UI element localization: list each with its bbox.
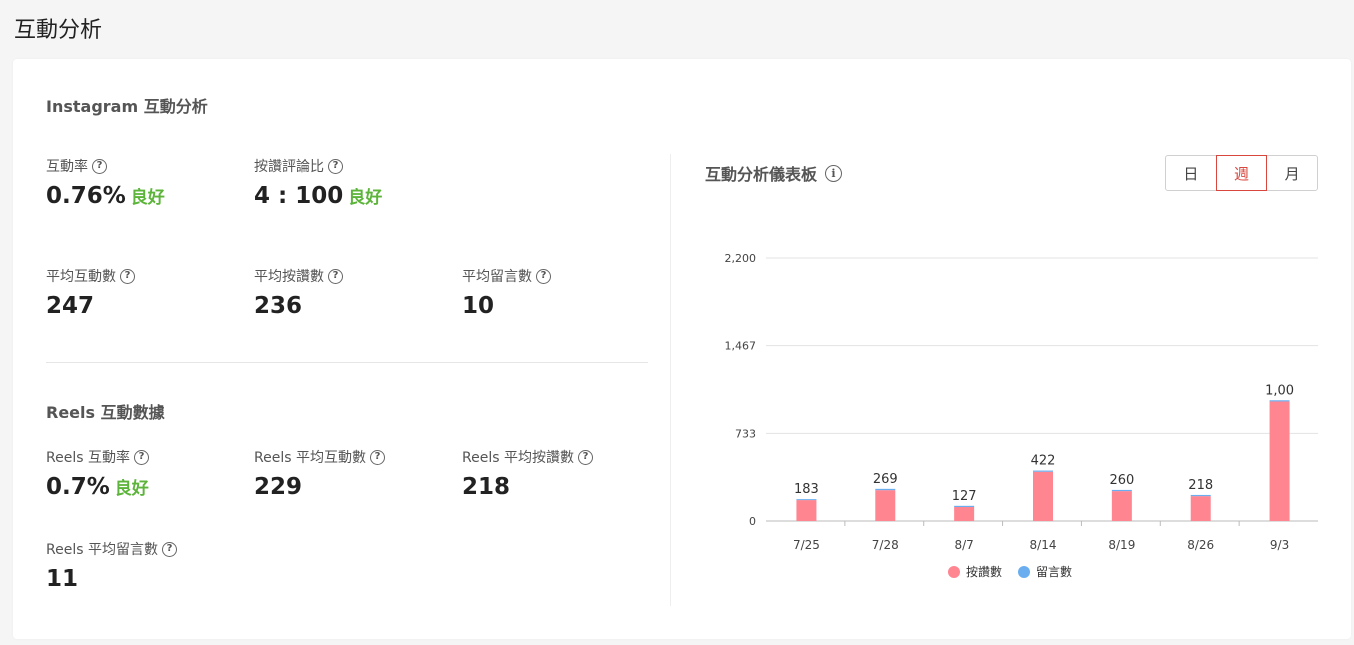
data-label: 183: [794, 482, 819, 497]
data-label: 127: [952, 489, 977, 504]
bar-likes: [1269, 401, 1290, 521]
x-tick-label: 8/14: [1030, 538, 1057, 552]
legend-item-comments[interactable]: 留言數: [1018, 563, 1072, 580]
chart-legend: 按讚數 留言數: [948, 563, 1072, 580]
page-title: 互動分析: [14, 18, 103, 43]
engagement-chart: 0 733 1,467 2,200 183 7/25 269 7/28 127 8/7 422 8/1…: [725, 252, 1318, 552]
y-tick-label: 2,200: [725, 252, 757, 265]
y-tick-label: 0: [749, 515, 756, 528]
data-label: 218: [1188, 478, 1213, 493]
bar-likes: [1190, 496, 1211, 521]
x-tick-label: 7/25: [793, 538, 820, 552]
bar-comments: [954, 505, 975, 508]
data-label: 269: [873, 472, 898, 487]
data-label: 1,00: [1265, 383, 1294, 398]
engagement-card: Instagram 互動分析 互動率? 0.76% 良好 按讚評論比? 4 : 1…: [13, 59, 1351, 639]
x-tick-label: 8/19: [1108, 538, 1135, 552]
bar-likes: [796, 500, 817, 521]
bar-comments: [1190, 494, 1211, 497]
y-tick-label: 1,467: [725, 340, 757, 353]
bar-likes: [1033, 471, 1053, 521]
likes-legend-dot: [948, 565, 960, 578]
x-tick-label: 7/28: [872, 538, 899, 552]
data-label: 422: [1031, 454, 1056, 469]
x-tick-label: 8/7: [954, 538, 973, 552]
legend-label: 留言數: [1036, 565, 1073, 579]
bar-comments: [1111, 489, 1132, 492]
bar-comments: [875, 488, 896, 491]
legend-item-likes[interactable]: 按讚數: [948, 563, 1002, 580]
x-tick-label: 8/26: [1187, 538, 1214, 552]
bar-likes: [1111, 491, 1132, 521]
legend-label: 按讚數: [966, 565, 1003, 579]
bar-likes: [875, 490, 896, 521]
tab-week[interactable]: 週: [1215, 155, 1268, 191]
comments-legend-dot: [1018, 565, 1031, 578]
x-tick-label: 9/3: [1270, 538, 1289, 552]
bar-comments: [1033, 470, 1053, 472]
y-tick-label: 733: [735, 427, 756, 440]
bar-comments: [796, 499, 817, 501]
bar-likes: [954, 507, 975, 521]
data-label: 260: [1109, 473, 1134, 488]
bar-comments: [1269, 400, 1290, 402]
